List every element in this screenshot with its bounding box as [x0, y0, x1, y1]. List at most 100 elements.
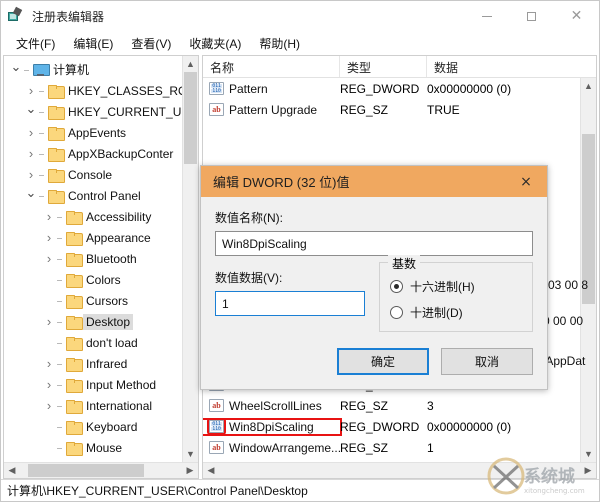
tree-item-input-method[interactable]: Input Method	[4, 374, 182, 395]
value-row[interactable]: 011 110 Win8DpiScaling REG_DWORD 0x00000000 …	[203, 416, 580, 437]
list-scroll-down-arrow[interactable]: ▼	[581, 446, 596, 462]
value-type-cell: REG_SZ	[340, 102, 389, 117]
occluded-data-fragment-1: 03 00 8	[548, 278, 589, 292]
folder-icon	[66, 441, 83, 456]
value-row[interactable]: ab WheelScrollLines REG_SZ 3	[203, 395, 580, 416]
dialog-close-icon[interactable]: ×	[505, 166, 547, 197]
tree-item-don-t-load[interactable]: don't load	[4, 332, 182, 353]
radio-decimal-icon[interactable]	[390, 306, 403, 319]
folder-icon	[48, 147, 65, 162]
radio-hexadecimal-icon[interactable]	[390, 280, 403, 293]
tree-item-desktop[interactable]: Desktop	[4, 311, 182, 332]
column-header-data[interactable]: 数据	[427, 56, 596, 77]
tree-item-cursors[interactable]: Cursors	[4, 290, 182, 311]
cancel-button[interactable]: 取消	[441, 348, 533, 375]
tree-item-control-panel[interactable]: Control Panel	[4, 185, 182, 206]
tree-item-colors[interactable]: Colors	[4, 269, 182, 290]
tree-scroll-up-arrow[interactable]: ▲	[183, 56, 198, 72]
occluded-data-fragment-2: 0 00 00	[543, 314, 584, 328]
value-row[interactable]: ab Pattern Upgrade REG_SZ TRUE	[203, 99, 580, 120]
chevron-down-icon[interactable]	[23, 105, 39, 118]
string-icon: ab	[209, 441, 224, 454]
tree-hscroll-thumb[interactable]	[28, 464, 144, 477]
tree-hscroll-left-arrow[interactable]: ◀	[4, 463, 20, 478]
tree-hscroll-right-arrow[interactable]: ▶	[182, 463, 198, 478]
list-hscroll-track[interactable]	[219, 463, 580, 478]
menu-file[interactable]: 文件(F)	[7, 33, 64, 54]
value-data-cell: 0x00000000 (0)	[427, 81, 512, 96]
radio-decimal[interactable]: 十进制(D)	[390, 304, 522, 321]
chevron-right-icon[interactable]	[41, 210, 57, 223]
menu-view[interactable]: 查看(V)	[122, 33, 180, 54]
tree-item-label: AppEvents	[68, 125, 127, 140]
value-row[interactable]: 011 110 Pattern REG_DWORD 0x00000000 (0)	[203, 78, 580, 99]
tree-item-appearance[interactable]: Appearance	[4, 227, 182, 248]
value-row[interactable]: ab WindowArrangeme... REG_SZ 1	[203, 437, 580, 458]
tree-vertical-scrollbar[interactable]: ▲ ▼	[182, 56, 198, 462]
list-horizontal-scrollbar[interactable]: ◀ ▶	[203, 462, 596, 478]
tree-item-accessibility[interactable]: Accessibility	[4, 206, 182, 227]
value-data-input[interactable]	[215, 291, 365, 316]
menu-edit[interactable]: 编辑(E)	[64, 33, 122, 54]
tree-item-keyboard[interactable]: Keyboard	[4, 416, 182, 437]
menu-help[interactable]: 帮助(H)	[250, 33, 309, 54]
chevron-down-icon[interactable]	[23, 189, 39, 202]
tree-item-label: Colors	[86, 272, 121, 287]
list-hscroll-right-arrow[interactable]: ▶	[580, 463, 596, 478]
tree-scroll-thumb[interactable]	[184, 72, 197, 164]
value-data-cell: 0x00000000 (0)	[427, 419, 512, 434]
menu-favorites[interactable]: 收藏夹(A)	[180, 33, 250, 54]
tree-item-hkey-classes-root[interactable]: HKEY_CLASSES_ROOT	[4, 80, 182, 101]
column-header-name[interactable]: 名称	[203, 56, 340, 77]
main-content: 计算机 HKEY_CLASSES_ROOT HKEY_CURRENT_USER App…	[1, 55, 599, 479]
tree-item-appxbackupconter[interactable]: AppXBackupConter	[4, 143, 182, 164]
tree-item-label: Desktop	[83, 313, 134, 330]
tree-item-[interactable]: 计算机	[4, 59, 182, 80]
dword-icon: 011110	[209, 82, 224, 95]
tree-item-personalization[interactable]: Personalization	[4, 458, 182, 463]
chevron-right-icon[interactable]	[41, 378, 57, 391]
chevron-right-icon[interactable]	[41, 315, 57, 328]
close-button[interactable]: ✕	[554, 1, 599, 31]
ok-button[interactable]: 确定	[337, 348, 429, 375]
tree-item-infrared[interactable]: Infrared	[4, 353, 182, 374]
dword-icon: 011110	[207, 419, 226, 434]
tree-item-console[interactable]: Console	[4, 164, 182, 185]
chevron-right-icon[interactable]	[23, 126, 39, 139]
tree-item-mouse[interactable]: Mouse	[4, 437, 182, 458]
value-name-cell: 011 110 Pattern	[203, 82, 340, 96]
list-scroll-up-arrow[interactable]: ▲	[581, 78, 596, 94]
chevron-right-icon[interactable]	[41, 252, 57, 265]
tree-hscroll-track[interactable]	[20, 463, 182, 478]
list-hscroll-left-arrow[interactable]: ◀	[203, 463, 219, 478]
tree-horizontal-scrollbar[interactable]: ◀ ▶	[4, 462, 198, 478]
list-vertical-scrollbar[interactable]: ▲ ▼	[580, 78, 596, 462]
string-icon: ab	[209, 103, 224, 116]
tree-item-international[interactable]: International	[4, 395, 182, 416]
tree-item-bluetooth[interactable]: Bluetooth	[4, 248, 182, 269]
value-name-label: 数值名称(N):	[215, 211, 283, 225]
minimize-button[interactable]	[464, 1, 509, 31]
chevron-right-icon[interactable]	[41, 231, 57, 244]
column-header-type[interactable]: 类型	[340, 56, 427, 77]
tree-item-hkey-current-user[interactable]: HKEY_CURRENT_USER	[4, 101, 182, 122]
chevron-right-icon[interactable]	[23, 147, 39, 160]
tree-scroll-down-arrow[interactable]: ▼	[183, 446, 198, 462]
value-name-input[interactable]	[215, 231, 533, 256]
chevron-down-icon[interactable]	[8, 63, 24, 76]
list-scroll-track[interactable]	[581, 94, 596, 446]
tree-item-appevents[interactable]: AppEvents	[4, 122, 182, 143]
chevron-right-icon[interactable]	[41, 399, 57, 412]
chevron-right-icon[interactable]	[41, 357, 57, 370]
value-type-cell: REG_DWORD	[340, 81, 420, 96]
folder-icon	[66, 294, 83, 309]
tree-item-label: AppXBackupConter	[68, 146, 174, 161]
value-name-cell: ab WindowArrangeme...	[203, 441, 340, 455]
chevron-right-icon[interactable]	[23, 84, 39, 97]
chevron-right-icon[interactable]	[23, 168, 39, 181]
radio-hexadecimal[interactable]: 十六进制(H)	[390, 278, 522, 295]
registry-tree[interactable]: 计算机 HKEY_CLASSES_ROOT HKEY_CURRENT_USER App…	[4, 56, 182, 462]
base-legend: 基数	[388, 255, 421, 272]
maximize-button[interactable]	[509, 1, 554, 31]
tree-scroll-track[interactable]	[183, 72, 198, 446]
